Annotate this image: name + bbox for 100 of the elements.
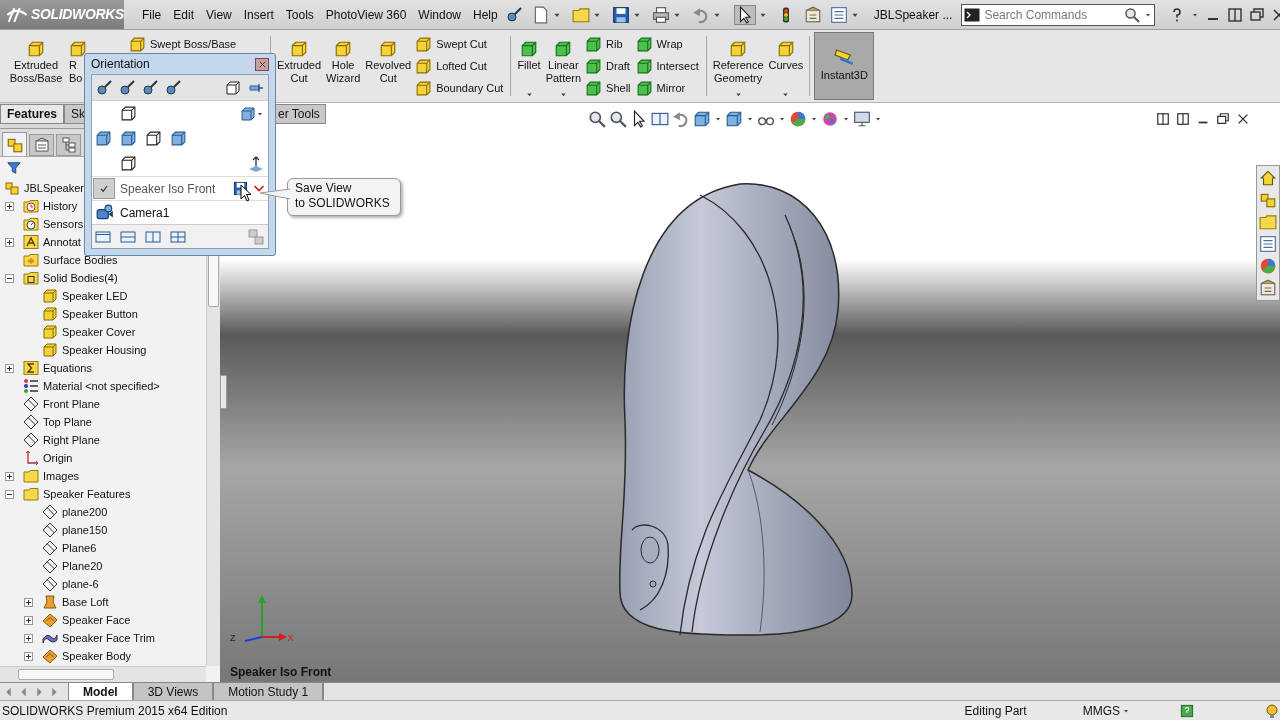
tree-item[interactable]: plane150 (62, 521, 108, 539)
rotate-icon[interactable] (672, 110, 690, 128)
expand-button[interactable] (5, 363, 14, 373)
printer-icon[interactable] (651, 5, 670, 24)
cube-icon[interactable] (725, 110, 743, 128)
tree-item[interactable]: Solid Bodies(4) (43, 269, 118, 287)
view-tool-icon[interactable] (165, 79, 181, 96)
sphere-icon[interactable] (789, 110, 807, 128)
folder-icon[interactable] (1259, 213, 1277, 231)
ribbon-button[interactable]: Hole Wizard (324, 30, 363, 102)
tree-item[interactable]: Origin (43, 449, 73, 467)
two-viewports-icon[interactable] (145, 228, 161, 245)
tree-item[interactable]: Speaker Button (62, 305, 138, 323)
caret-icon[interactable] (558, 90, 568, 99)
tile-icon[interactable] (1227, 6, 1244, 23)
tree-item[interactable]: Material <not specified> (43, 377, 160, 395)
filter-icon[interactable] (7, 161, 21, 175)
tree-item[interactable]: Speaker Face (62, 611, 131, 629)
collapse-button[interactable] (5, 273, 14, 283)
ribbon-button[interactable]: Reference Geometry (710, 30, 766, 102)
zoom-icon[interactable] (588, 110, 606, 128)
saved-view-item[interactable]: Camera1 (120, 203, 170, 222)
sphere-icon[interactable] (1259, 257, 1277, 275)
list-icon[interactable] (829, 5, 848, 24)
tree-item[interactable]: Speaker Housing (62, 341, 147, 359)
tree-item[interactable]: Plane6 (62, 539, 97, 557)
menu-item[interactable]: Insert (237, 3, 280, 26)
caret-icon[interactable] (733, 90, 743, 99)
list-icon[interactable] (1259, 235, 1277, 253)
horizontal-scrollbar[interactable] (0, 666, 206, 682)
expand-button[interactable] (5, 201, 14, 211)
tree-item[interactable]: Top Plane (43, 413, 92, 431)
library-icon[interactable] (1259, 191, 1277, 209)
cube-icon[interactable] (225, 79, 241, 96)
cube-icon[interactable] (120, 105, 137, 122)
tree-item[interactable]: Speaker Cover (62, 323, 136, 341)
tree-item[interactable]: Plane20 (62, 557, 103, 575)
zoom-icon[interactable] (609, 110, 627, 128)
close-button[interactable] (255, 57, 269, 71)
bulb-icon[interactable] (1264, 702, 1280, 719)
search-input[interactable]: Search Commands (984, 5, 1121, 24)
ribbon-button[interactable]: Swept Cut (415, 34, 506, 54)
tree-item[interactable]: Speaker Face Trim (62, 629, 155, 647)
view-tool-icon[interactable] (119, 79, 135, 96)
ribbon-button[interactable]: Revolved Cut (363, 30, 414, 102)
paint-icon[interactable] (821, 110, 839, 128)
ribbon-button[interactable]: Extruded Boss/Base (4, 30, 68, 102)
close-icon[interactable] (1236, 112, 1250, 126)
expand-button[interactable] (5, 471, 14, 481)
monitor-icon[interactable] (853, 110, 871, 128)
tree-item[interactable]: Speaker Features (43, 485, 131, 503)
tree-tab[interactable] (2, 132, 27, 156)
collapse-button[interactable] (5, 489, 14, 499)
restore-icon[interactable] (1249, 6, 1266, 23)
cube-icon[interactable] (240, 105, 256, 122)
tree-item[interactable]: Base Loft (62, 593, 109, 611)
cube-icon[interactable] (170, 130, 187, 147)
cube-icon[interactable] (120, 130, 137, 147)
command-tab[interactable]: er Tools (275, 104, 326, 124)
two-viewports-icon[interactable] (120, 228, 136, 245)
menu-item[interactable]: Window (412, 3, 467, 26)
caret-icon[interactable] (524, 90, 534, 99)
tree-item[interactable]: History (43, 197, 78, 215)
tree-item[interactable]: plane200 (62, 503, 108, 521)
tree-item[interactable]: Sensors (43, 215, 84, 233)
tree-item[interactable]: plane-6 (62, 575, 99, 593)
ribbon-button[interactable]: Wrap (635, 34, 701, 54)
select-button[interactable] (733, 4, 756, 25)
ribbon-button[interactable]: Curves (766, 30, 806, 102)
search-field[interactable]: Search Commands (961, 3, 1156, 26)
expand-button[interactable] (24, 633, 33, 643)
tree-item[interactable]: Surface Bodies (43, 251, 118, 269)
ribbon-button[interactable]: Swept Boss/Base (129, 34, 239, 54)
menu-item[interactable]: Help (467, 3, 504, 26)
ribbon-button[interactable]: Boundary Cut (415, 78, 506, 98)
model-tab[interactable]: Model (68, 683, 133, 700)
tree-item[interactable]: Annotat (43, 233, 81, 251)
single-viewport-icon[interactable] (95, 228, 111, 245)
ribbon-button[interactable]: Shell (585, 78, 633, 98)
panel-collapse-handle[interactable] (220, 375, 227, 409)
ribbon-button[interactable]: Intersect (635, 56, 701, 76)
units-button[interactable]: MMGS (1082, 701, 1120, 720)
properties-tab[interactable] (29, 134, 54, 156)
ribbon-button[interactable]: Rib (585, 34, 633, 54)
ribbon-button[interactable]: Draft (585, 56, 633, 76)
help-icon[interactable] (1180, 703, 1194, 718)
model-tab[interactable]: 3D Views (132, 683, 214, 700)
ribbon-toggle-button[interactable]: Instant3D (814, 32, 875, 100)
tree-item[interactable]: Right Plane (43, 431, 100, 449)
menu-item[interactable]: Edit (167, 3, 200, 26)
normal-to-icon[interactable] (248, 155, 264, 172)
cube-icon[interactable] (693, 110, 711, 128)
view-tool-icon[interactable] (142, 79, 158, 96)
ribbon-button[interactable]: Fillet (515, 30, 543, 102)
tile-icon[interactable] (1176, 112, 1190, 126)
camera-icon[interactable] (96, 203, 114, 222)
tree-item[interactable]: Images (43, 467, 80, 485)
saved-view-item[interactable]: Speaker Iso Front (120, 179, 216, 198)
cube-icon[interactable] (95, 130, 112, 147)
save-icon[interactable] (611, 5, 630, 24)
